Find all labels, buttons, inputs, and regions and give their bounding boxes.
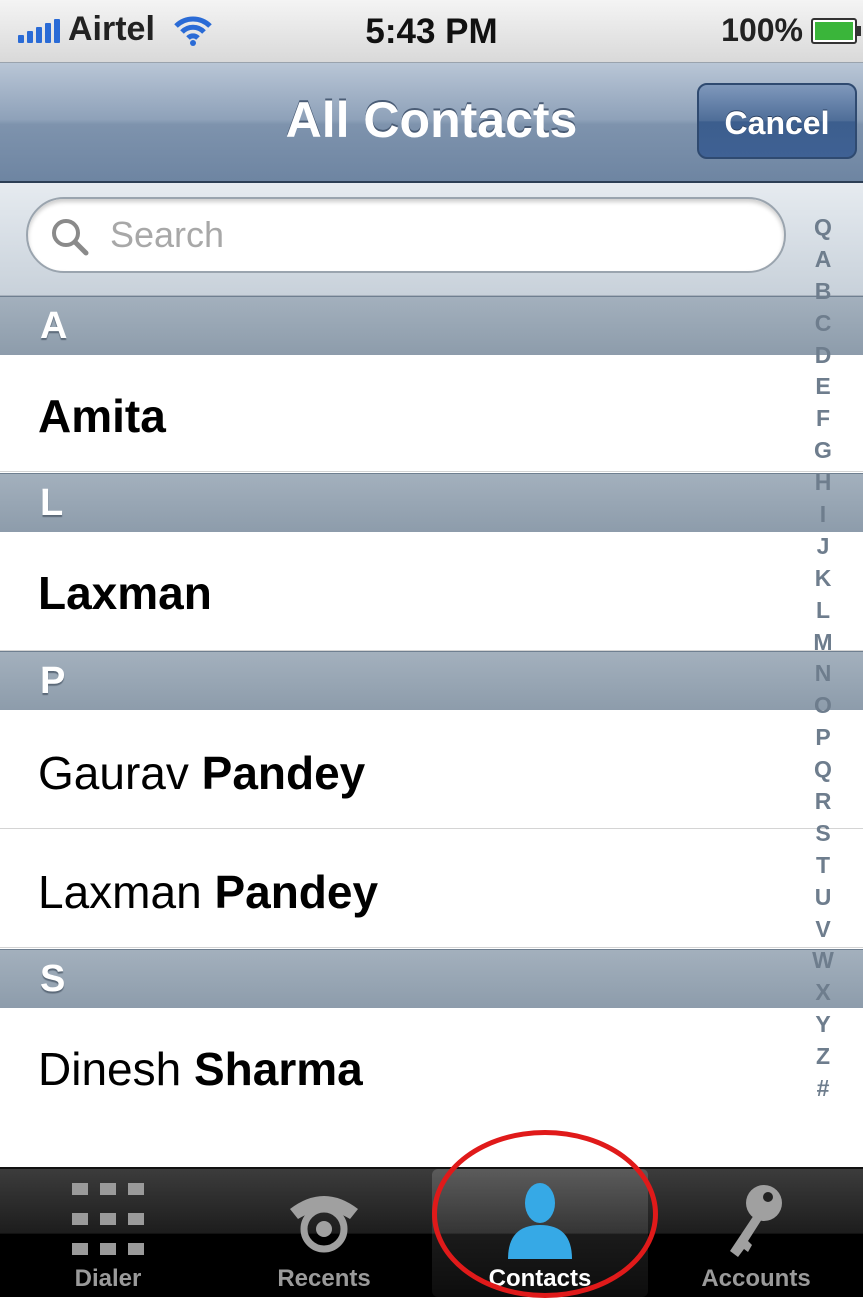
index-letter[interactable]: D [803, 340, 843, 372]
status-bar: Airtel 5:43 PM 100% [0, 0, 863, 63]
index-letter[interactable]: B [803, 276, 843, 308]
index-letter[interactable]: F [803, 403, 843, 435]
section-letter: S [40, 958, 66, 1000]
index-letter[interactable]: V [803, 914, 843, 946]
index-letter[interactable]: A [803, 244, 843, 276]
index-letter[interactable]: J [803, 531, 843, 563]
alphabet-index[interactable]: Q A B C D E F G H I J K L M N O P Q R S T U V W X Y Z # [803, 212, 843, 1105]
index-letter[interactable]: R [803, 786, 843, 818]
contact-row[interactable]: Gaurav Pandey [0, 710, 863, 829]
index-letter[interactable]: X [803, 977, 843, 1009]
contact-name: Laxman [38, 566, 212, 620]
search-icon [52, 219, 89, 256]
index-letter[interactable]: Y [803, 1009, 843, 1041]
contact-name: Laxman Pandey [38, 865, 378, 919]
index-letter[interactable]: K [803, 563, 843, 595]
section-header-a: A [0, 296, 863, 356]
contact-row[interactable]: Laxman Pandey [0, 829, 863, 948]
section-letter: L [40, 482, 64, 524]
index-letter[interactable]: O [803, 690, 843, 722]
contact-row[interactable]: Amita [0, 355, 863, 472]
contact-last-name: Pandey [201, 747, 366, 799]
contact-first-name: Laxman [38, 866, 202, 918]
tab-dialer[interactable]: Dialer [0, 1169, 216, 1297]
contact-row[interactable]: Laxman [0, 532, 863, 651]
index-letter[interactable]: W [803, 945, 843, 977]
contact-name: Amita [38, 389, 166, 443]
index-letter[interactable]: E [803, 371, 843, 403]
contact-first-name: Gaurav [38, 747, 189, 799]
cancel-button[interactable]: Cancel [697, 83, 857, 159]
highlight-circle [432, 1130, 658, 1298]
index-letter[interactable]: I [803, 499, 843, 531]
index-letter[interactable]: G [803, 435, 843, 467]
index-letter[interactable]: L [803, 595, 843, 627]
contact-row[interactable]: Dinesh Sharma [0, 1008, 863, 1166]
index-letter[interactable]: M [803, 627, 843, 659]
index-letter[interactable]: # [803, 1073, 843, 1105]
section-header-p: P [0, 651, 863, 711]
tab-recents[interactable]: Recents [216, 1169, 432, 1297]
section-letter: A [40, 305, 68, 347]
index-letter[interactable]: P [803, 722, 843, 754]
search-placeholder: Search [110, 214, 225, 255]
index-letter[interactable]: C [803, 308, 843, 340]
index-letter[interactable]: S [803, 818, 843, 850]
battery-percentage: 100% [721, 12, 803, 48]
contact-name: Dinesh Sharma [38, 1042, 363, 1096]
tab-label: Dialer [74, 1265, 142, 1292]
section-header-l: L [0, 473, 863, 533]
section-letter: P [40, 660, 66, 702]
key-icon [730, 1185, 782, 1257]
index-letter[interactable]: T [803, 850, 843, 882]
section-header-s: S [0, 949, 863, 1009]
index-letter[interactable]: U [803, 882, 843, 914]
tab-accounts[interactable]: Accounts [648, 1169, 863, 1297]
contact-last-name: Sharma [193, 1043, 363, 1095]
navigation-bar: All Contacts Cancel [0, 63, 863, 183]
index-letter[interactable]: Q [803, 212, 843, 244]
phone-icon [290, 1196, 358, 1253]
contact-first-name: Laxman [38, 567, 212, 619]
status-right: 100% [721, 12, 861, 49]
tab-label: Recents [277, 1265, 371, 1292]
index-letter[interactable]: N [803, 658, 843, 690]
contact-first-name: Amita [38, 390, 166, 442]
contact-last-name: Pandey [214, 866, 379, 918]
index-letter[interactable]: Q [803, 754, 843, 786]
index-letter[interactable]: H [803, 467, 843, 499]
battery-icon [811, 17, 861, 44]
contact-first-name: Dinesh [38, 1043, 182, 1095]
search-input[interactable]: Search [26, 197, 786, 273]
keypad-icon [72, 1183, 144, 1255]
tab-bar: Dialer Recents Contacts Accounts [0, 1167, 863, 1297]
search-bar: Search [0, 183, 863, 296]
tab-label: Accounts [701, 1265, 811, 1292]
index-letter[interactable]: Z [803, 1041, 843, 1073]
contact-name: Gaurav Pandey [38, 746, 365, 800]
